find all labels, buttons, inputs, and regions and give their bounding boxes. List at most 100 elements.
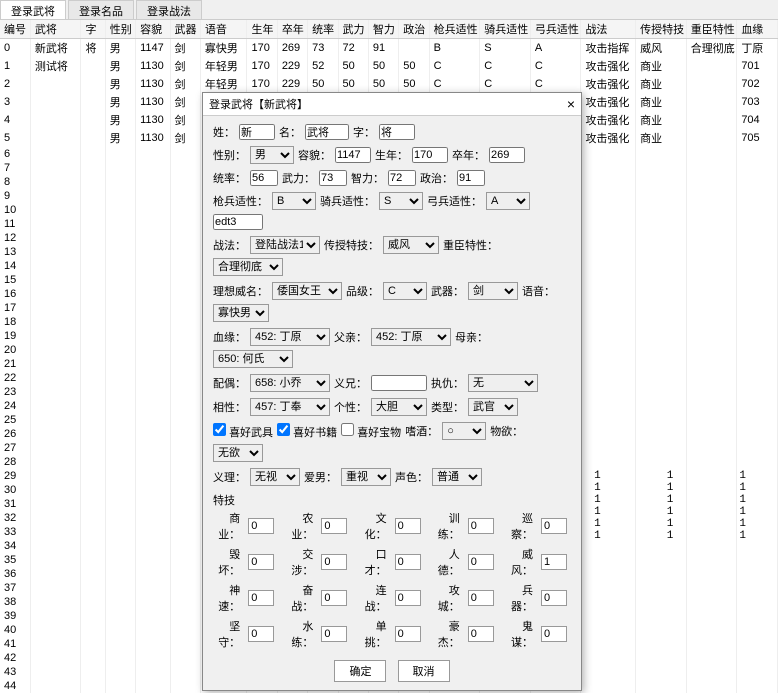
check-treasure[interactable]: 喜好宝物 (341, 423, 401, 440)
cancel-button[interactable]: 取消 (398, 660, 450, 682)
label-tactic: 战法： (213, 237, 246, 253)
ok-button[interactable]: 确定 (334, 660, 386, 682)
label-enemy: 执仇： (431, 375, 464, 391)
skill-input[interactable] (248, 554, 274, 570)
select-cavalry[interactable]: S (379, 192, 423, 210)
skill-input[interactable] (248, 518, 274, 534)
column-header[interactable]: 枪兵适性 (429, 20, 480, 39)
dialog-title: 登录武将【新武将】 (209, 96, 308, 112)
column-header[interactable]: 卒年 (277, 20, 307, 39)
skill-input[interactable] (541, 518, 567, 534)
skill-input[interactable] (395, 518, 421, 534)
skill-input[interactable] (395, 554, 421, 570)
select-voice[interactable]: 寡快男 (213, 304, 269, 322)
column-header[interactable]: 弓兵适性 (530, 20, 581, 39)
select-tactic[interactable]: 登陆战法1 (250, 236, 320, 254)
column-header[interactable]: 传授特技 (636, 20, 687, 39)
select-ideal[interactable]: 倭国女王 (272, 282, 342, 300)
skill-label: 训练： (433, 510, 460, 542)
skill-input[interactable] (468, 590, 494, 606)
column-header[interactable]: 智力 (368, 20, 398, 39)
tab-items[interactable]: 登录名品 (68, 0, 134, 19)
column-header[interactable]: 战法 (581, 20, 636, 39)
label-cavalry: 骑兵适性： (320, 193, 375, 209)
column-header[interactable]: 性别 (105, 20, 135, 39)
skill-input[interactable] (468, 518, 494, 534)
input-war[interactable] (319, 170, 347, 186)
input-surname[interactable] (239, 124, 275, 140)
column-header[interactable]: 重臣特性 (686, 20, 737, 39)
skill-input[interactable] (541, 626, 567, 642)
select-bow[interactable]: A (486, 192, 530, 210)
select-personality[interactable]: 大胆 (371, 398, 427, 416)
input-deathyear[interactable] (489, 147, 525, 163)
column-header[interactable]: 语音 (200, 20, 247, 39)
input-brother[interactable] (371, 375, 427, 391)
input-zi[interactable] (379, 124, 415, 140)
input-edt3[interactable] (213, 214, 263, 230)
select-spear[interactable]: B (272, 192, 316, 210)
column-header[interactable]: 容貌 (136, 20, 170, 39)
skill-input[interactable] (395, 626, 421, 642)
select-sex[interactable]: 男 (250, 146, 294, 164)
skill-input[interactable] (321, 554, 347, 570)
select-type[interactable]: 武官 (468, 398, 518, 416)
label-teach: 传授特技： (324, 237, 379, 253)
tab-generals[interactable]: 登录武将 (0, 0, 66, 19)
column-header[interactable]: 武力 (338, 20, 368, 39)
label-surname: 姓： (213, 124, 235, 140)
label-bow: 弓兵适性： (427, 193, 482, 209)
skill-input[interactable] (248, 590, 274, 606)
check-weapon[interactable]: 喜好武具 (213, 423, 273, 440)
column-header[interactable]: 武将 (30, 20, 81, 39)
skill-input[interactable] (321, 590, 347, 606)
skill-input[interactable] (321, 626, 347, 642)
skill-input[interactable] (541, 554, 567, 570)
input-name[interactable] (305, 124, 349, 140)
select-teach[interactable]: 威风 (383, 236, 439, 254)
close-icon[interactable]: × (567, 96, 575, 112)
label-int: 智力： (351, 170, 384, 186)
column-header[interactable]: 编号 (0, 20, 30, 39)
select-desire[interactable]: 无欲 (213, 444, 263, 462)
tab-tactics[interactable]: 登录战法 (136, 0, 202, 19)
input-lead[interactable] (250, 170, 278, 186)
column-header[interactable]: 生年 (247, 20, 277, 39)
input-face[interactable] (335, 147, 371, 163)
select-affinity[interactable]: 457: 丁奉 (250, 398, 330, 416)
skill-input[interactable] (468, 554, 494, 570)
column-header[interactable]: 武器 (170, 20, 200, 39)
select-mother[interactable]: 650: 何氏 (213, 350, 293, 368)
input-pol[interactable] (457, 170, 485, 186)
select-father[interactable]: 452: 丁原 (371, 328, 451, 346)
select-enemy[interactable]: 无 (468, 374, 538, 392)
select-yili[interactable]: 无视 (250, 468, 300, 486)
select-weapon[interactable]: 剑 (468, 282, 518, 300)
column-header[interactable]: 血缘 (737, 20, 778, 39)
select-shengse[interactable]: 普通 (432, 468, 482, 486)
select-drink[interactable]: ○ (442, 422, 486, 440)
column-header[interactable]: 政治 (399, 20, 429, 39)
input-int[interactable] (388, 170, 416, 186)
skill-input[interactable] (321, 518, 347, 534)
table-row[interactable]: 2男1130剑年轻男17022950505050CCC攻击强化商业702 (0, 75, 778, 93)
select-minister[interactable]: 合理彻底 (213, 258, 283, 276)
select-rank[interactable]: C (383, 282, 427, 300)
select-spouse[interactable]: 658: 小乔 (250, 374, 330, 392)
table-row[interactable]: 0新武将将男1147剑寡快男170269737291BSA攻击指挥威风合理彻底丁… (0, 39, 778, 58)
check-book[interactable]: 喜好书籍 (277, 423, 337, 440)
table-row[interactable]: 1测试将男1130剑年轻男17022952505050CCC攻击强化商业701 (0, 57, 778, 75)
column-header[interactable]: 骑兵适性 (480, 20, 531, 39)
label-pol: 政治： (420, 170, 453, 186)
skill-input[interactable] (395, 590, 421, 606)
column-header[interactable]: 字 (81, 20, 105, 39)
column-header[interactable]: 统率 (308, 20, 338, 39)
skill-input[interactable] (468, 626, 494, 642)
select-yeying[interactable]: 重视 (341, 468, 391, 486)
skill-input[interactable] (541, 590, 567, 606)
tab-bar: 登录武将 登录名品 登录战法 (0, 0, 778, 20)
label-name: 名： (279, 124, 301, 140)
select-blood[interactable]: 452: 丁原 (250, 328, 330, 346)
skill-input[interactable] (248, 626, 274, 642)
input-birthyear[interactable] (412, 147, 448, 163)
